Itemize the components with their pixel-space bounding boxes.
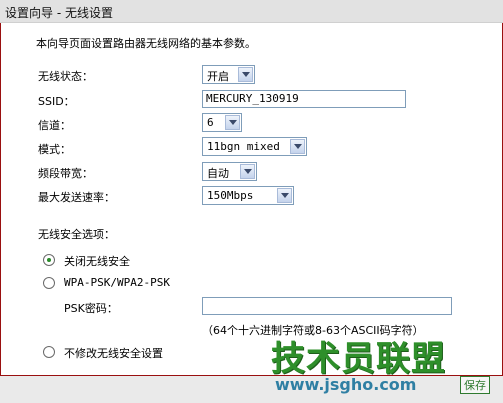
mode-value: 11bgn mixed <box>207 140 280 153</box>
save-button[interactable]: 保存 <box>460 376 490 394</box>
mode-select[interactable]: 11bgn mixed <box>202 137 307 156</box>
chevron-down-icon <box>277 188 292 203</box>
max-rate-select[interactable]: 150Mbps <box>202 186 294 205</box>
radio-keep-security[interactable] <box>43 346 55 358</box>
ssid-input[interactable]: MERCURY_130919 <box>202 90 406 108</box>
option-disable-security-label: 关闭无线安全 <box>64 255 130 268</box>
wireless-status-value: 开启 <box>207 70 229 83</box>
bandwidth-label: 频段带宽： <box>38 167 93 180</box>
title-bar: 设置向导 - 无线设置 <box>0 0 503 23</box>
watermark-logo: 技术员联盟 <box>271 339 446 379</box>
max-rate-label: 最大发送速率： <box>38 191 115 204</box>
intro-text: 本向导页面设置路由器无线网络的基本参数。 <box>36 37 256 50</box>
psk-password-label: PSK密码： <box>64 302 118 315</box>
mode-label: 模式： <box>38 143 71 156</box>
ssid-label: SSID： <box>38 95 75 108</box>
chevron-down-icon <box>240 164 255 179</box>
bottom-bar <box>0 376 503 403</box>
radio-disable-security[interactable] <box>43 254 55 266</box>
window-title: 设置向导 - 无线设置 <box>5 6 113 20</box>
option-wpa-psk-label: WPA-PSK/WPA2-PSK <box>64 276 170 289</box>
channel-value: 6 <box>207 116 214 129</box>
option-keep-security-label: 不修改无线安全设置 <box>64 347 163 360</box>
psk-password-input[interactable] <box>202 297 452 315</box>
wireless-status-select[interactable]: 开启 <box>202 65 255 84</box>
radio-wpa-psk[interactable] <box>43 277 55 289</box>
chevron-down-icon <box>238 67 253 82</box>
chevron-down-icon <box>225 115 240 130</box>
bandwidth-value: 自动 <box>207 167 229 180</box>
channel-label: 信道： <box>38 119 71 132</box>
wireless-status-label: 无线状态： <box>38 70 93 83</box>
watermark-url: www.jsgho.com <box>275 375 417 394</box>
max-rate-value: 150Mbps <box>207 189 254 202</box>
channel-select[interactable]: 6 <box>202 113 242 132</box>
security-heading: 无线安全选项： <box>38 228 115 241</box>
chevron-down-icon <box>290 139 305 154</box>
wizard-panel: 本向导页面设置路由器无线网络的基本参数。 无线状态： 开启 SSID： MERC… <box>0 23 503 376</box>
bandwidth-select[interactable]: 自动 <box>202 162 257 181</box>
